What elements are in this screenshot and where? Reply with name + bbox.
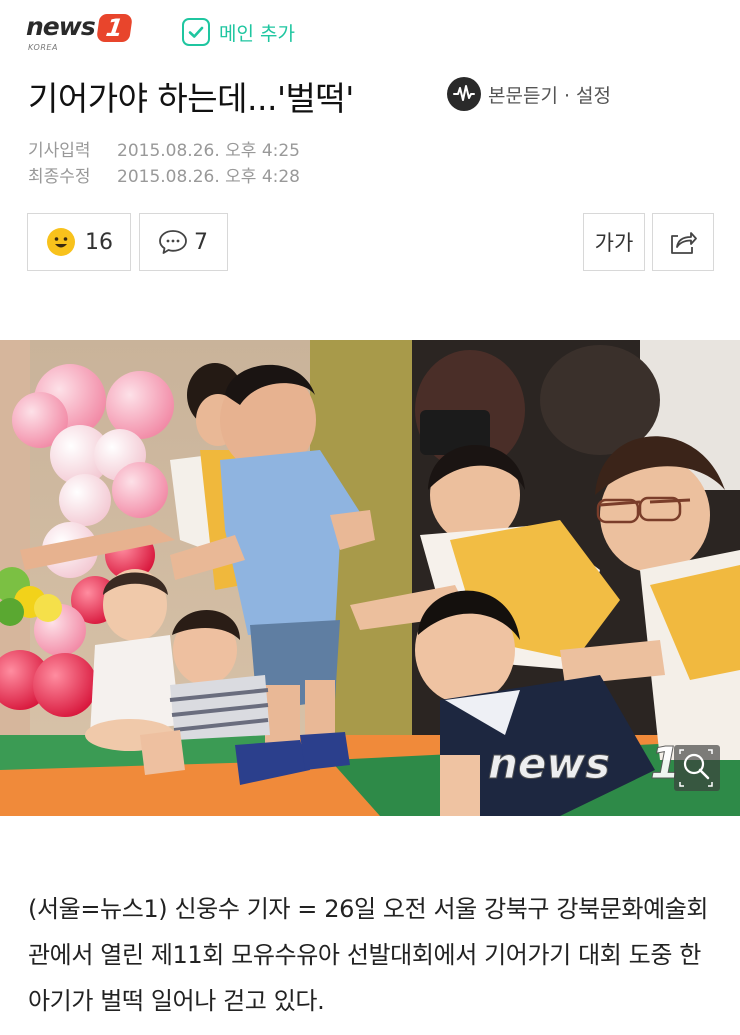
share-button[interactable] bbox=[652, 213, 714, 271]
listen-label: 본문듣기 · 설정 bbox=[488, 81, 611, 108]
comment-icon bbox=[158, 229, 188, 255]
article-title: 기어가야 하는데...'벌떡' bbox=[28, 79, 354, 118]
logo-word: news bbox=[26, 12, 96, 41]
reaction-button[interactable]: 16 bbox=[27, 213, 131, 271]
published-label: 기사입력 bbox=[28, 141, 91, 161]
comment-count: 7 bbox=[194, 229, 208, 255]
modified-value: 2015.08.26. 오후 4:28 bbox=[117, 167, 301, 187]
audio-icon[interactable] bbox=[447, 77, 481, 111]
main-add-button[interactable]: 메인 추가 bbox=[182, 18, 295, 46]
settings-button[interactable]: · 설정 bbox=[564, 85, 611, 107]
main-add-label: 메인 추가 bbox=[219, 22, 295, 45]
published-row: 기사입력 2015.08.26. 오후 4:25 bbox=[28, 136, 300, 161]
article-photo[interactable]: news 1 bbox=[0, 340, 740, 816]
article-body: (서울=뉴스1) 신웅수 기자 = 26일 오전 서울 강북구 강북문화예술회관… bbox=[28, 895, 709, 1015]
top-header: news 1 KOREA 메인 추가 bbox=[0, 0, 740, 70]
listen-button[interactable]: 본문듣기 bbox=[488, 85, 558, 107]
photo-watermark: news 1 bbox=[488, 738, 682, 790]
watermark-word: news bbox=[488, 739, 610, 788]
reaction-count: 16 bbox=[85, 229, 113, 255]
smile-icon bbox=[46, 227, 76, 257]
modified-row: 최종수정 2015.08.26. 오후 4:28 bbox=[28, 162, 300, 187]
published-value: 2015.08.26. 오후 4:25 bbox=[117, 141, 301, 161]
check-icon bbox=[182, 18, 210, 46]
font-size-text: 가가 bbox=[594, 231, 634, 255]
modified-label: 최종수정 bbox=[28, 167, 91, 187]
logo-sub: KOREA bbox=[28, 43, 58, 52]
listen-control: 본문듣기 · 설정 bbox=[447, 77, 611, 111]
font-size-label: 가가 bbox=[595, 227, 634, 257]
zoom-button[interactable] bbox=[674, 745, 720, 791]
font-size-button[interactable]: 가가 bbox=[583, 213, 645, 271]
news1-logo[interactable]: news 1 KOREA bbox=[26, 12, 133, 52]
comment-button[interactable]: 7 bbox=[139, 213, 228, 271]
logo-number: 1 bbox=[95, 14, 133, 42]
share-icon bbox=[668, 228, 698, 256]
